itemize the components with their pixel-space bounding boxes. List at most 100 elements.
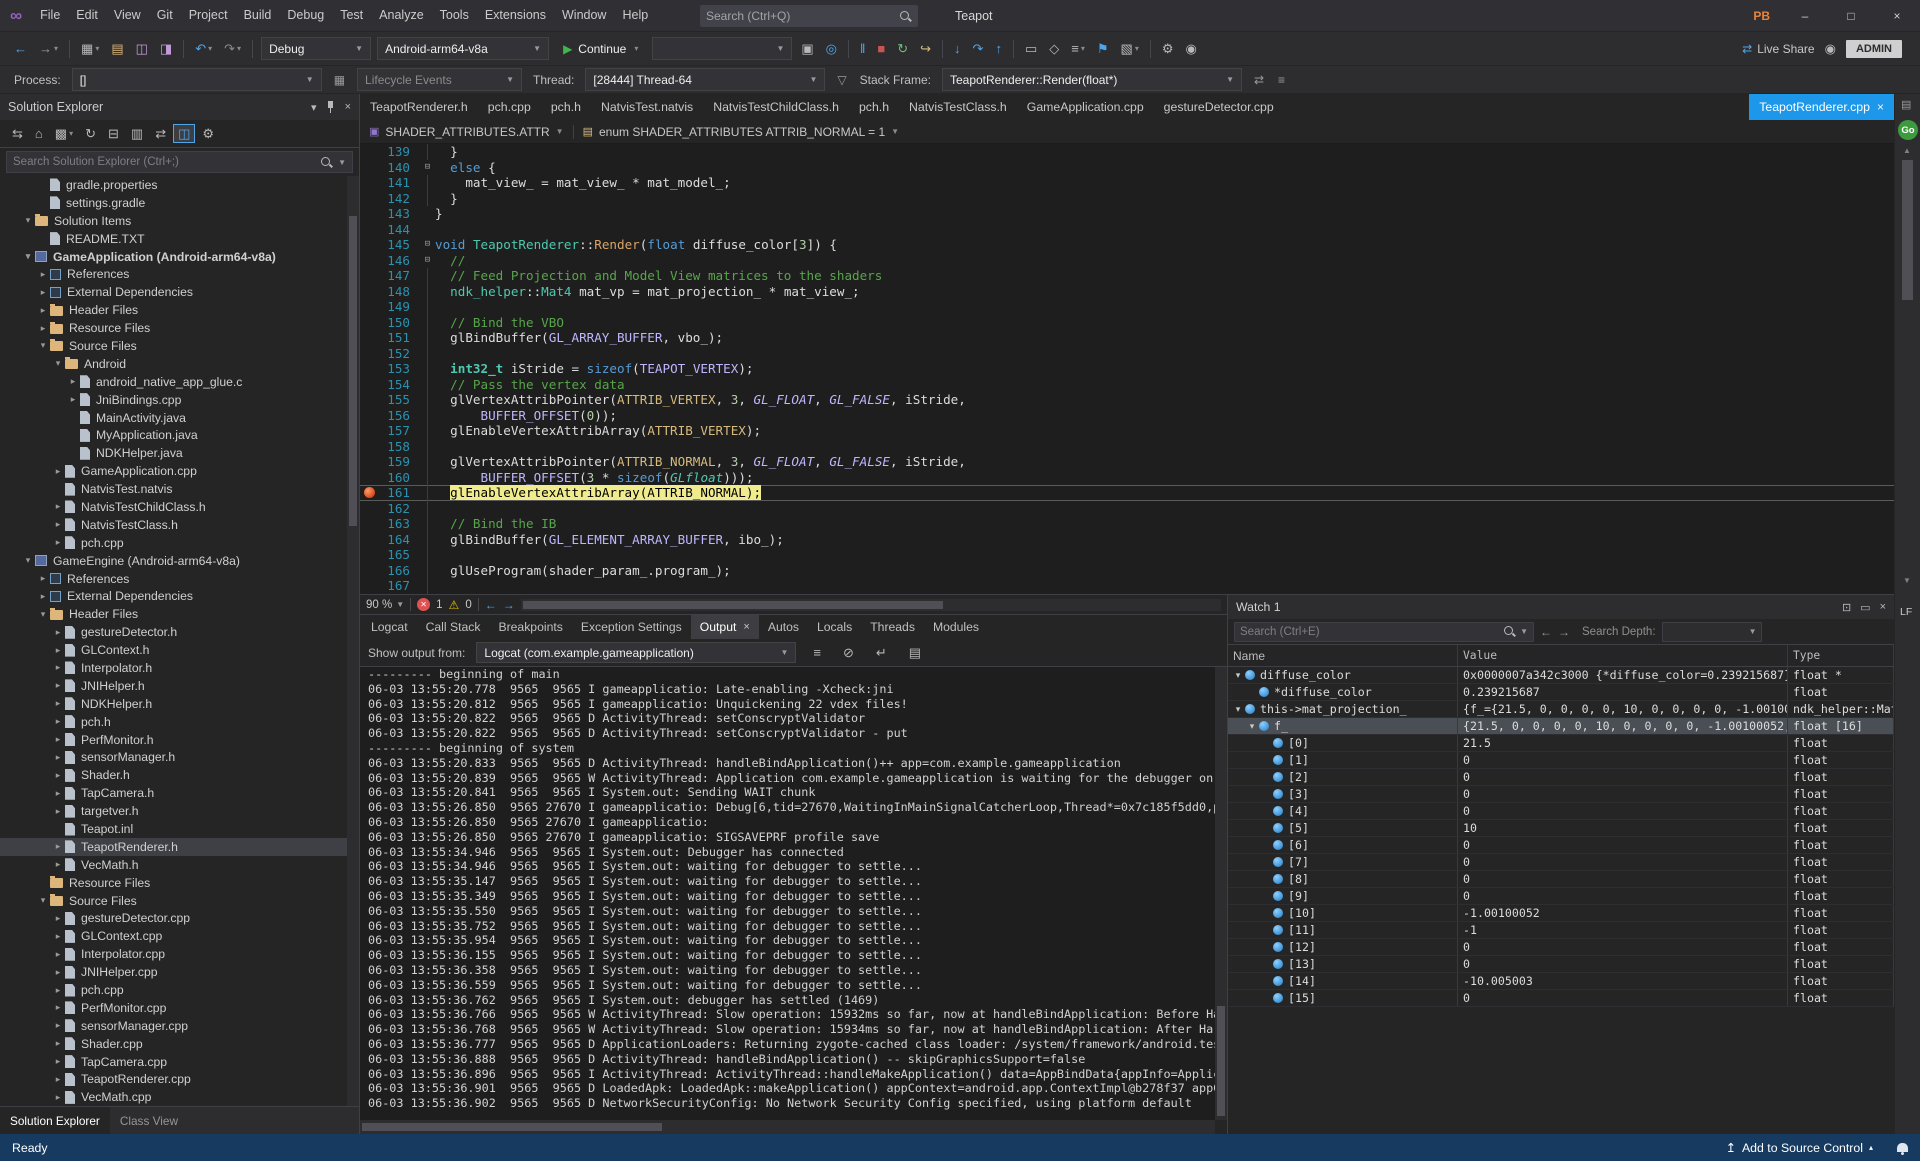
tree-item[interactable]: ▸ JNIHelper.h xyxy=(0,677,359,695)
expand-arrow-icon[interactable]: ▸ xyxy=(51,1038,65,1049)
search-depth-dropdown[interactable]: ▼ xyxy=(1661,621,1762,642)
break-all-icon[interactable]: ‖ xyxy=(855,39,870,58)
preview-selected-items-icon[interactable]: ◫ xyxy=(173,124,196,143)
solution-configurations-icon[interactable]: ▣ xyxy=(796,39,818,58)
expand-arrow-icon[interactable]: ▸ xyxy=(51,913,65,924)
tree-item[interactable]: ▸ External Dependencies xyxy=(0,587,359,605)
tree-item[interactable]: gradle.properties xyxy=(0,176,359,194)
tree-item[interactable]: Teapot.inl xyxy=(0,820,359,838)
maximize-button[interactable]: □ xyxy=(1828,0,1874,32)
sync-with-active-document-icon[interactable]: ⇄ xyxy=(150,124,171,143)
breakpoint-margin[interactable] xyxy=(360,547,380,563)
editor-tab-gameapplication.cpp[interactable]: GameApplication.cpp xyxy=(1017,94,1154,120)
scroll-up-icon[interactable]: ▲ xyxy=(1903,146,1911,155)
copy-output-icon[interactable]: ▤ xyxy=(904,643,926,662)
solution-search-box[interactable]: ▼ xyxy=(6,151,353,173)
tree-item[interactable]: ▸ pch.h xyxy=(0,713,359,731)
navigate-forward-icon[interactable]: → ▾ xyxy=(34,39,63,58)
expand-arrow-icon[interactable]: ▸ xyxy=(51,967,65,978)
menu-git[interactable]: Git xyxy=(149,0,181,31)
restart-icon[interactable]: ↻ xyxy=(892,39,913,58)
warning-badge-icon[interactable]: ⚠ xyxy=(449,598,460,612)
expand-arrow-icon[interactable]: ▸ xyxy=(36,591,50,602)
tree-item[interactable]: ▸ pch.cpp xyxy=(0,981,359,999)
expand-arrow-icon[interactable]: ▸ xyxy=(51,734,65,745)
tree-item[interactable]: ▸ pch.cpp xyxy=(0,534,359,552)
expand-arrow-icon[interactable]: ▸ xyxy=(51,680,65,691)
breakpoint-margin[interactable] xyxy=(360,454,380,470)
breakpoint-margin[interactable] xyxy=(360,377,380,393)
process-dropdown[interactable]: [] ▼ xyxy=(71,68,322,91)
panel-tab-autos[interactable]: Autos xyxy=(759,615,808,639)
back-forward-icon[interactable]: ⇆ xyxy=(7,124,28,143)
process-step-icon[interactable]: ▦ xyxy=(329,73,350,87)
save-all-icon[interactable]: ◨ xyxy=(155,39,177,58)
scrollbar-thumb[interactable] xyxy=(522,600,943,609)
collapse-arrow-icon[interactable]: ▾ xyxy=(1232,704,1244,715)
stack-frame-dropdown[interactable]: TeapotRenderer::Render(float*) ▼ xyxy=(941,68,1242,91)
tree-item[interactable]: NatvisTest.natvis xyxy=(0,480,359,498)
tree-item[interactable]: ▸ GameApplication.cpp xyxy=(0,462,359,480)
tree-item[interactable]: ▸ TeapotRenderer.h xyxy=(0,837,359,856)
show-next-statement-icon[interactable]: ↪ xyxy=(915,39,936,58)
menu-tools[interactable]: Tools xyxy=(432,0,477,31)
expand-arrow-icon[interactable]: ▸ xyxy=(51,1074,65,1085)
breakpoint-margin[interactable] xyxy=(360,516,380,532)
panel-tab-exception-settings[interactable]: Exception Settings xyxy=(572,615,691,639)
immediate-window-icon[interactable]: ▭ xyxy=(1020,39,1042,58)
collapse-arrow-icon[interactable]: ▾ xyxy=(21,215,35,226)
scrollbar-thumb[interactable] xyxy=(349,216,357,526)
tree-item[interactable]: ▾ Android xyxy=(0,355,359,373)
menu-edit[interactable]: Edit xyxy=(68,0,106,31)
expand-arrow-icon[interactable]: ▸ xyxy=(51,537,65,548)
watch-row[interactable]: *diffuse_color 0.239215687 float xyxy=(1228,684,1894,701)
watch-row[interactable]: [1] 0 float xyxy=(1228,752,1894,769)
tree-item[interactable]: ▾ GameApplication (Android-arm64-v8a) xyxy=(0,248,359,266)
tree-item[interactable]: MyApplication.java xyxy=(0,426,359,444)
expand-arrow-icon[interactable]: ▸ xyxy=(51,627,65,638)
tree-item[interactable]: ▸ TapCamera.cpp xyxy=(0,1053,359,1071)
expand-arrow-icon[interactable]: ▸ xyxy=(51,1020,65,1031)
tree-item[interactable]: ▸ Interpolator.cpp xyxy=(0,945,359,963)
expand-arrow-icon[interactable]: ▸ xyxy=(51,1002,65,1013)
tree-item[interactable]: ▸ References xyxy=(0,570,359,588)
editor-scrollbar-thumb[interactable] xyxy=(1902,160,1913,300)
home-icon[interactable]: ⌂ xyxy=(30,124,48,143)
close-icon[interactable]: × xyxy=(345,101,351,113)
tree-item[interactable]: ▸ Shader.cpp xyxy=(0,1035,359,1053)
minimize-button[interactable]: – xyxy=(1782,0,1828,32)
panel-menu-caret-icon[interactable]: ▾ xyxy=(311,101,317,114)
tree-item[interactable]: ▾ Header Files xyxy=(0,605,359,623)
expand-arrow-icon[interactable]: ▸ xyxy=(36,269,50,280)
expand-arrow-icon[interactable]: ▸ xyxy=(51,770,65,781)
tree-item[interactable]: ▸ GLContext.h xyxy=(0,641,359,659)
tree-item[interactable]: ▸ targetver.h xyxy=(0,802,359,820)
close-icon[interactable]: × xyxy=(1877,100,1884,114)
watch-row[interactable]: [2] 0 float xyxy=(1228,769,1894,786)
editor-tab-teapotrenderer.cpp[interactable]: TeapotRenderer.cpp × xyxy=(1749,94,1894,120)
filter-threads-icon[interactable]: ▽ xyxy=(832,73,851,87)
refresh-icon[interactable]: ↻ xyxy=(80,124,101,143)
collapse-arrow-icon[interactable]: ▾ xyxy=(36,340,50,351)
notifications-bell-icon[interactable] xyxy=(1897,1143,1908,1155)
go-button[interactable]: Go xyxy=(1898,120,1918,140)
clear-all-icon[interactable]: ⊘ xyxy=(838,643,859,662)
admin-badge[interactable]: ADMIN xyxy=(1845,39,1902,58)
expand-arrow-icon[interactable]: ▸ xyxy=(51,698,65,709)
breakpoint-margin[interactable] xyxy=(360,485,380,501)
search-previous-icon[interactable]: ← xyxy=(1540,625,1552,639)
tree-item[interactable]: ▾ Source Files xyxy=(0,892,359,910)
live-share-button[interactable]: ⇄ Live Share xyxy=(1742,42,1814,56)
panel-tab-breakpoints[interactable]: Breakpoints xyxy=(489,615,571,639)
new-project-icon[interactable]: ▦ ▾ xyxy=(76,39,104,58)
maximize-panel-icon[interactable]: ▭ xyxy=(1860,601,1870,614)
tree-item[interactable]: ▸ NatvisTestClass.h xyxy=(0,516,359,534)
bookmark-icon[interactable]: ⚑ xyxy=(1092,39,1114,58)
expand-arrow-icon[interactable]: ▸ xyxy=(51,716,65,727)
tree-item[interactable]: ▸ GLContext.cpp xyxy=(0,927,359,945)
line-ending-indicator[interactable]: LF xyxy=(1900,606,1912,618)
tree-item[interactable]: ▾ GameEngine (Android-arm64-v8a) xyxy=(0,552,359,570)
breakpoint-margin[interactable] xyxy=(360,330,380,346)
expand-arrow-icon[interactable]: ▸ xyxy=(51,645,65,656)
watch-search-box[interactable]: ▼ xyxy=(1234,621,1534,642)
